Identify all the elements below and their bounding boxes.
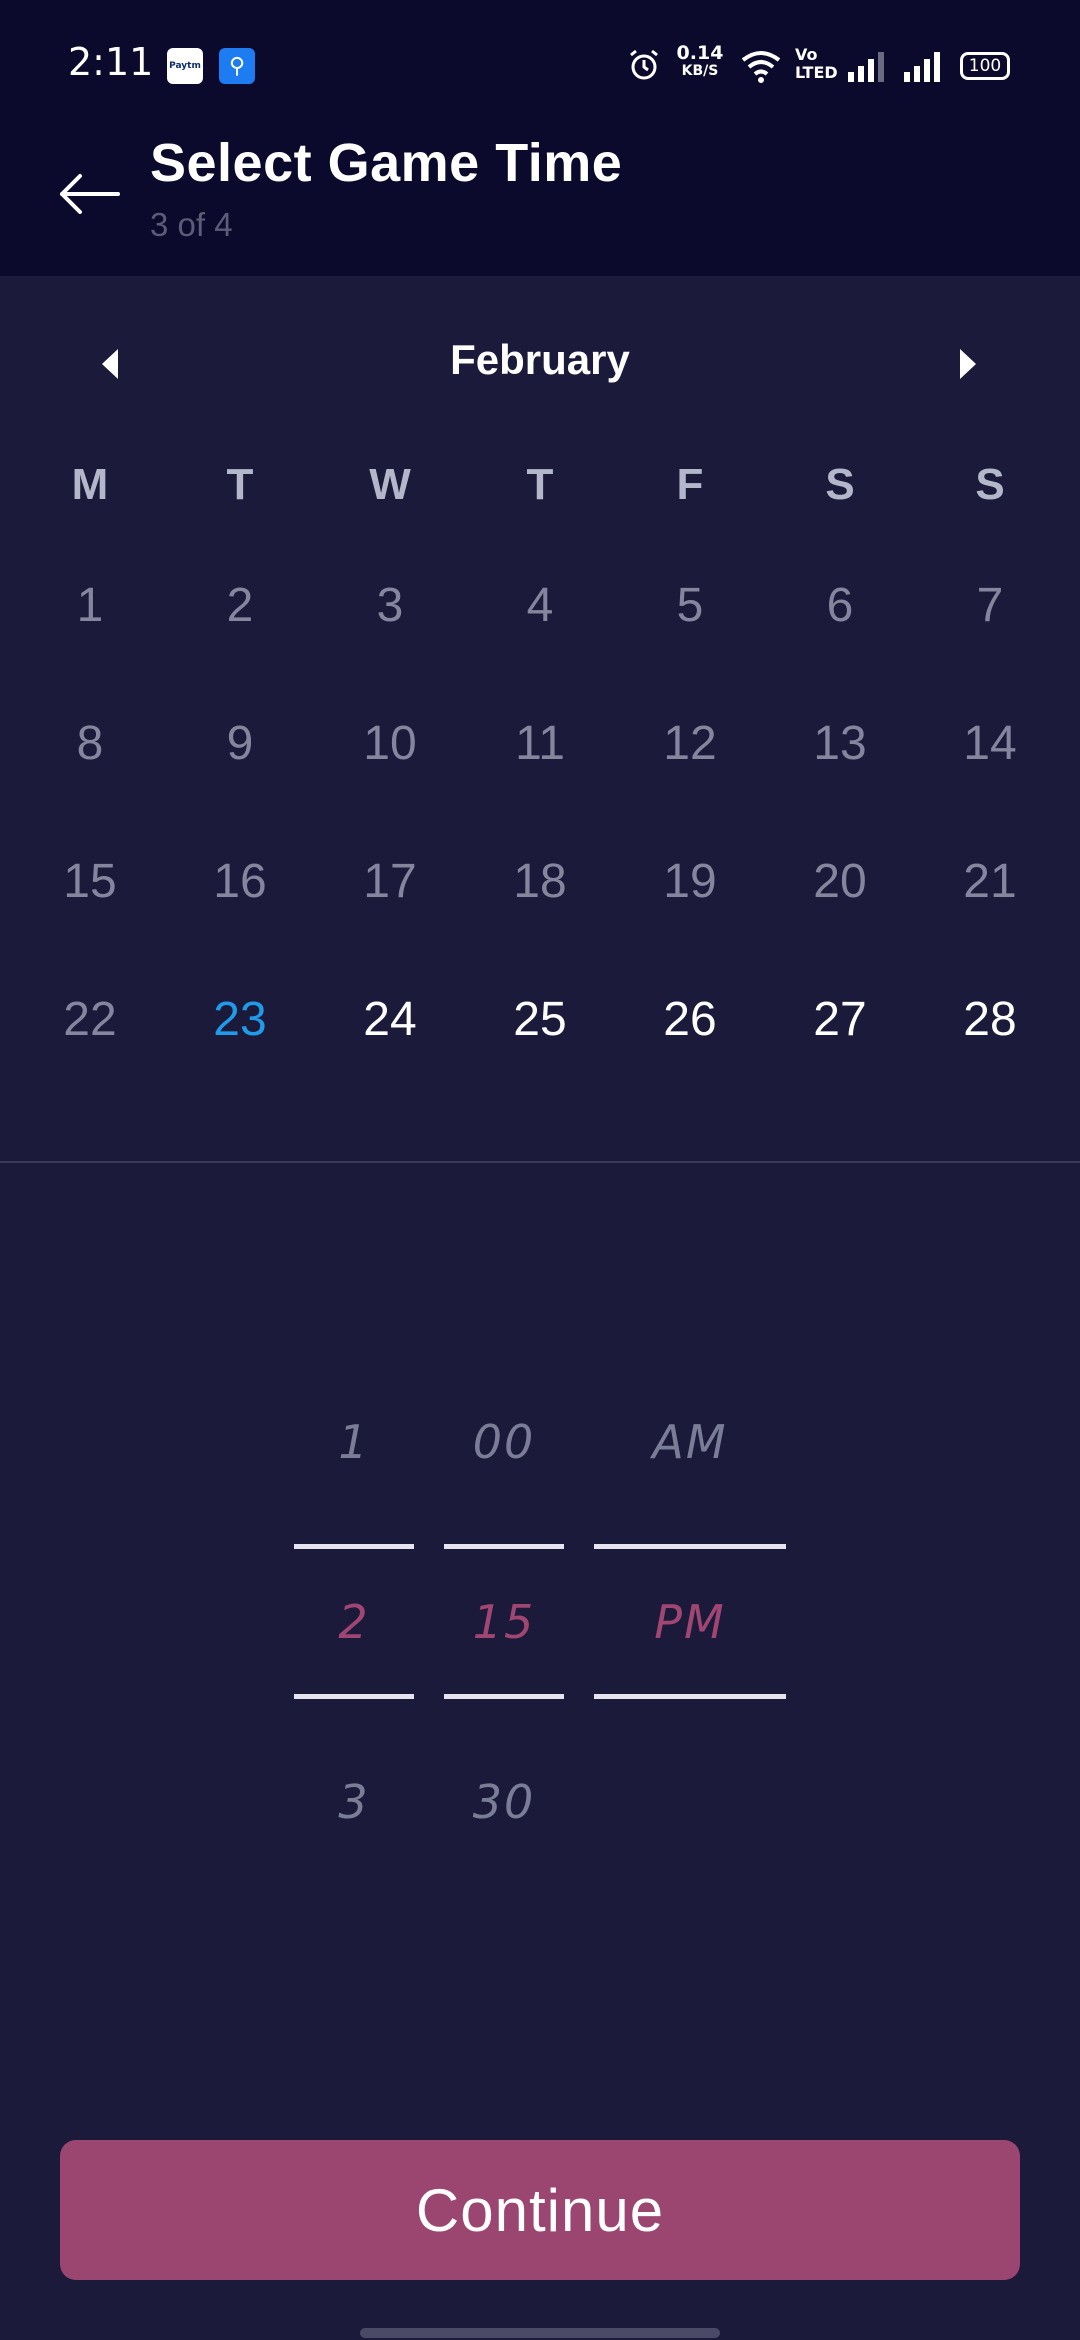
triangle-left-icon — [102, 349, 118, 379]
calendar-day: 22 — [63, 993, 117, 1046]
minute-option[interactable]: 30 — [444, 1775, 564, 1829]
volte-indicator: Vo LTED — [795, 45, 838, 82]
calendar-day: 16 — [213, 855, 267, 908]
calendar-day: 19 — [663, 855, 717, 908]
triangle-right-icon — [960, 349, 976, 379]
weekday-monday: M — [71, 460, 109, 509]
month-navigation: February — [0, 320, 1080, 404]
hour-selection-line-bottom — [294, 1694, 414, 1699]
period-selected[interactable]: PM — [594, 1595, 786, 1649]
minute-selected[interactable]: 15 — [444, 1595, 564, 1649]
status-bar: 2:11 Paytm ⚲ 0.14 KB/S Vo LTED 100 — [0, 0, 1080, 130]
minute-selection-line-bottom — [444, 1694, 564, 1699]
usb-icon: ⚲ — [219, 48, 255, 84]
arrow-left-icon[interactable] — [56, 164, 122, 224]
weekday-friday: F — [676, 460, 704, 509]
weekday-wednesday: W — [369, 460, 411, 509]
calendar-day: 7 — [976, 579, 1004, 632]
alarm-icon — [630, 49, 658, 80]
weekday-saturday: S — [825, 460, 855, 509]
weekday-thursday: T — [526, 460, 554, 509]
status-time: 2:11 — [68, 40, 154, 84]
volte-label-bottom: LTED — [795, 63, 838, 82]
volte-label-top: Vo — [795, 45, 818, 64]
prev-month-button[interactable] — [82, 336, 138, 392]
calendar-day: 13 — [813, 717, 867, 770]
signal-icon — [848, 52, 884, 82]
calendar-day: 4 — [526, 579, 554, 632]
calendar-day-today[interactable]: 23 — [180, 992, 300, 1047]
calendar-day[interactable]: 24 — [330, 992, 450, 1047]
calendar-day: 1 — [76, 579, 104, 632]
hour-option[interactable]: 1 — [294, 1415, 414, 1469]
next-month-button[interactable] — [940, 336, 996, 392]
calendar-day[interactable]: 28 — [930, 992, 1050, 1047]
calendar-day: 14 — [963, 717, 1017, 770]
page-title: Select Game Time — [150, 133, 623, 193]
net-speed-value: 0.14 — [676, 42, 724, 64]
calendar-day: 5 — [676, 579, 704, 632]
battery-icon: 100 — [960, 52, 1010, 80]
calendar-day: 2 — [226, 579, 254, 632]
paytm-icon: Paytm — [167, 48, 203, 84]
weekday-tuesday: T — [226, 460, 254, 509]
calendar-day: 11 — [515, 717, 565, 770]
minute-option[interactable]: 00 — [444, 1415, 564, 1469]
calendar-day[interactable]: 26 — [630, 992, 750, 1047]
weekday-header-row: M T W T F S S — [0, 460, 1080, 520]
calendar-day: 10 — [363, 717, 417, 770]
calendar-day: 9 — [226, 717, 254, 770]
calendar-day: 18 — [513, 855, 567, 908]
calendar-day: 12 — [663, 717, 717, 770]
wifi-icon — [741, 51, 781, 83]
app-root: 2:11 Paytm ⚲ 0.14 KB/S Vo LTED 100 Selec… — [0, 0, 1080, 2340]
calendar-day: 17 — [363, 855, 417, 908]
hour-option[interactable]: 3 — [294, 1775, 414, 1829]
calendar-day: 3 — [376, 579, 404, 632]
calendar-day: 20 — [813, 855, 867, 908]
minute-selection-line-top — [444, 1544, 564, 1549]
step-indicator: 3 of 4 — [150, 206, 233, 243]
calendar-day: 8 — [76, 717, 104, 770]
calendar-day: 6 — [826, 579, 854, 632]
period-selection-line-bottom — [594, 1694, 786, 1699]
net-speed-unit: KB/S — [681, 63, 719, 79]
period-selection-line-top — [594, 1544, 786, 1549]
hour-selected[interactable]: 2 — [294, 1595, 414, 1649]
section-divider — [0, 1161, 1080, 1163]
calendar-day[interactable]: 25 — [480, 992, 600, 1047]
month-label: February — [450, 336, 630, 383]
calendar-day: 21 — [963, 855, 1017, 908]
continue-button[interactable]: Continue — [60, 2140, 1020, 2280]
net-speed: 0.14 KB/S — [674, 44, 726, 80]
home-indicator — [360, 2328, 720, 2338]
signal-icon — [904, 52, 940, 82]
weekday-sunday: S — [975, 460, 1005, 509]
header: Select Game Time 3 of 4 — [0, 130, 1080, 276]
hour-selection-line-top — [294, 1544, 414, 1549]
period-option[interactable]: AM — [594, 1415, 786, 1469]
calendar-day[interactable]: 27 — [780, 992, 900, 1047]
calendar-day: 15 — [63, 855, 117, 908]
